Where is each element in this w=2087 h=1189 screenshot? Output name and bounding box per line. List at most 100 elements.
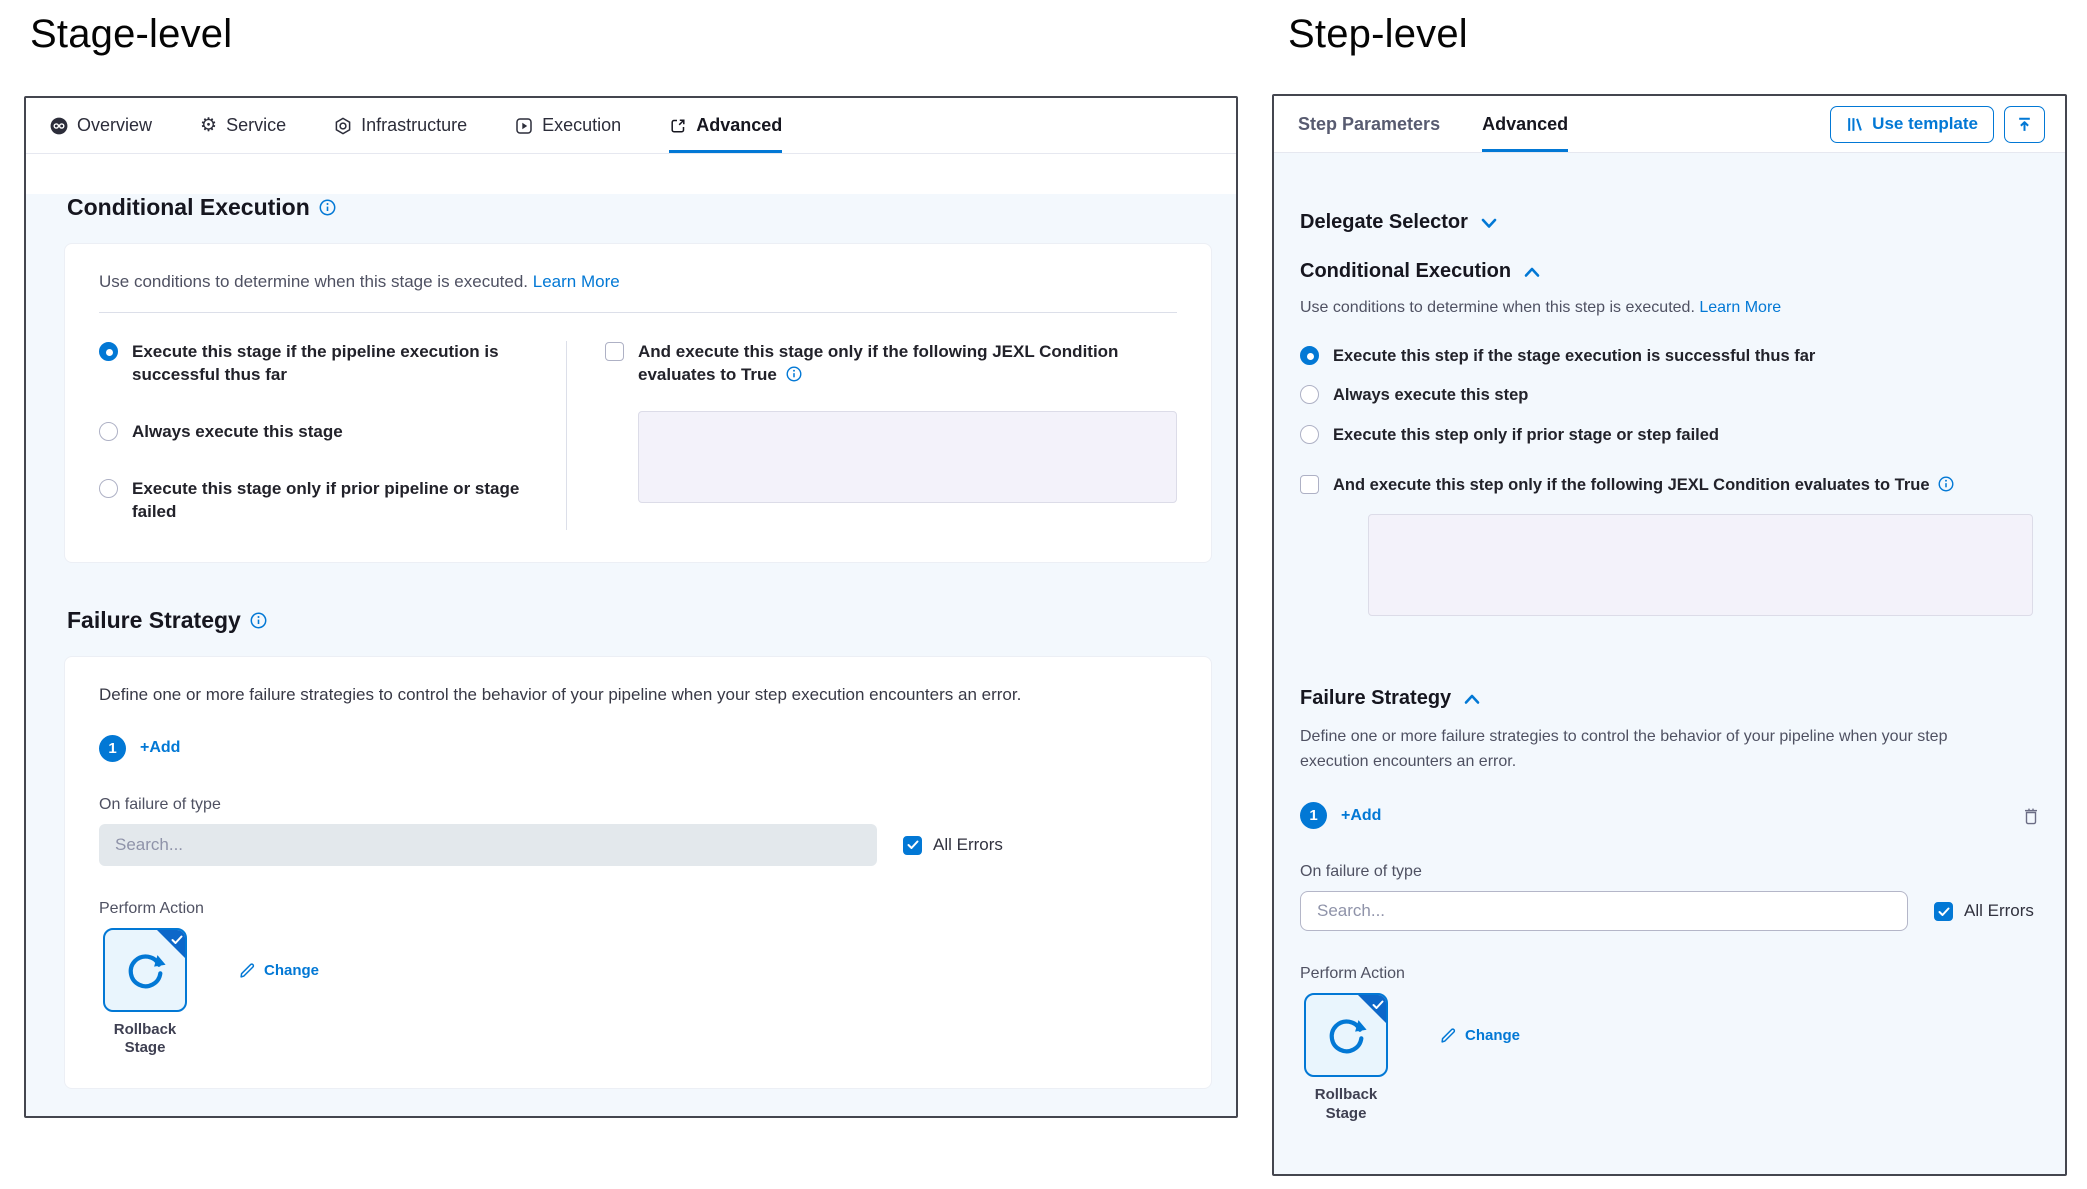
all-errors-checkbox-row[interactable]: All Errors [1934, 901, 2034, 921]
failure-type-row: All Errors [99, 824, 1177, 866]
strategy-count-badge[interactable]: 1 [99, 735, 126, 762]
chevron-up-icon [1524, 265, 1540, 279]
tab-execution[interactable]: Execution [515, 98, 621, 153]
radio-group-step: Execute this step if the stage execution… [1300, 345, 2039, 446]
delete-strategy-button[interactable] [2023, 807, 2039, 825]
conditional-execution-description-text: Use conditions to determine when this st… [99, 272, 528, 291]
radio-unselected-icon [1300, 385, 1319, 404]
header-actions: Use template [1830, 96, 2045, 152]
radio-option-failed[interactable]: Execute this stage only if prior pipelin… [99, 478, 530, 524]
strategy-badge-row: 1 +Add [1300, 802, 2039, 829]
change-action-link[interactable]: Change [239, 962, 319, 979]
jexl-checkbox-row[interactable]: And execute this step only if the follow… [1300, 474, 2039, 496]
save-as-template-button[interactable] [2004, 106, 2045, 143]
jexl-checkbox-label: And execute this stage only if the follo… [638, 341, 1126, 387]
info-icon[interactable] [1938, 476, 1954, 492]
rollback-stage-action-card[interactable] [103, 928, 187, 1012]
radio-option-label: Execute this stage only if prior pipelin… [132, 478, 524, 524]
change-label: Change [1465, 1027, 1520, 1044]
tab-overview[interactable]: Overview [50, 98, 152, 153]
radio-option-always[interactable]: Always execute this stage [99, 421, 530, 444]
strategy-badge-row: 1 +Add [99, 735, 1177, 762]
divider [99, 312, 1177, 313]
selected-action: Rollback Stage [99, 928, 191, 1059]
conditional-execution-title: Conditional Execution [67, 194, 310, 221]
info-icon[interactable] [319, 199, 336, 216]
delegate-selector-title: Delegate Selector [1300, 211, 1468, 234]
tab-advanced-step-label: Advanced [1482, 114, 1568, 135]
chevron-down-icon [1481, 216, 1497, 230]
learn-more-link[interactable]: Learn More [533, 272, 620, 291]
checkbox-checked-icon [903, 836, 922, 855]
on-failure-label: On failure of type [1300, 863, 2039, 881]
radio-option-label: Execute this step only if prior stage or… [1333, 424, 1719, 446]
radio-option-label: Always execute this stage [132, 421, 343, 444]
check-icon [171, 932, 183, 950]
radio-option-failed[interactable]: Execute this step only if prior stage or… [1300, 424, 2039, 446]
add-strategy-button[interactable]: +Add [140, 739, 180, 757]
jexl-condition-input[interactable] [638, 411, 1177, 503]
jexl-column-stage: And execute this stage only if the follo… [567, 341, 1177, 530]
jexl-checkbox-label: And execute this step only if the follow… [1333, 474, 1954, 496]
infrastructure-icon [334, 117, 352, 135]
add-strategy-button[interactable]: +Add [1341, 807, 1381, 825]
checkbox-unchecked-icon [605, 342, 624, 361]
use-template-button[interactable]: Use template [1830, 106, 1994, 143]
failure-type-search-input[interactable] [1300, 891, 1908, 931]
radio-option-label: Execute this step if the stage execution… [1333, 345, 1815, 367]
conditional-execution-title-row: Conditional Execution [67, 194, 1236, 221]
step-level-heading: Step-level [1288, 12, 1468, 57]
conditional-execution-description: Use conditions to determine when this st… [99, 272, 1177, 292]
stage-advanced-content: Conditional Execution Use conditions to … [26, 194, 1236, 1118]
conditional-execution-toggle[interactable]: Conditional Execution [1300, 260, 2039, 283]
stage-level-heading: Stage-level [30, 12, 232, 57]
tab-infrastructure-label: Infrastructure [361, 115, 467, 136]
advanced-icon [669, 117, 687, 135]
step-advanced-panel: Step Parameters Advanced Use template [1272, 94, 2067, 1176]
perform-action-label: Perform Action [99, 900, 1177, 918]
radio-option-success[interactable]: Execute this stage if the pipeline execu… [99, 341, 530, 387]
tab-execution-label: Execution [542, 115, 621, 136]
failure-strategy-description: Define one or more failure strategies to… [1300, 724, 2000, 774]
failure-strategy-title: Failure Strategy [1300, 687, 1451, 710]
tab-advanced[interactable]: Advanced [669, 98, 782, 153]
strategy-count-badge[interactable]: 1 [1300, 802, 1327, 829]
stage-advanced-panel: Overview ⚙ Service Infrastructure Execut… [24, 96, 1238, 1118]
jexl-checkbox-row[interactable]: And execute this stage only if the follo… [605, 341, 1177, 387]
tab-service[interactable]: ⚙ Service [200, 98, 286, 153]
failure-type-search-input[interactable] [99, 824, 877, 866]
rollback-stage-action-card[interactable] [1304, 993, 1388, 1077]
radio-option-always[interactable]: Always execute this step [1300, 384, 2039, 406]
tab-advanced-step[interactable]: Advanced [1482, 96, 1568, 152]
radio-unselected-icon [99, 479, 118, 498]
radio-option-success[interactable]: Execute this step if the stage execution… [1300, 345, 2039, 367]
change-action-link[interactable]: Change [1440, 1027, 1520, 1044]
tab-step-parameters[interactable]: Step Parameters [1298, 96, 1440, 152]
tab-infrastructure[interactable]: Infrastructure [334, 98, 467, 153]
learn-more-link[interactable]: Learn More [1699, 299, 1781, 316]
all-errors-label: All Errors [933, 835, 1003, 855]
jexl-condition-input[interactable] [1368, 514, 2033, 616]
failure-strategy-toggle[interactable]: Failure Strategy [1300, 687, 2039, 710]
action-name-caption: Rollback Stage [1300, 1086, 1392, 1124]
perform-action-row: Rollback Stage Change [99, 928, 1177, 1059]
tab-step-parameters-label: Step Parameters [1298, 114, 1440, 135]
info-icon[interactable] [250, 612, 267, 629]
step-tabbar: Step Parameters Advanced Use template [1274, 96, 2065, 153]
tab-overview-label: Overview [77, 115, 152, 136]
all-errors-checkbox-row[interactable]: All Errors [903, 835, 1003, 855]
radio-selected-icon [1300, 346, 1319, 365]
conditional-execution-columns: Execute this stage if the pipeline execu… [99, 341, 1177, 530]
info-icon[interactable] [786, 366, 802, 382]
conditional-execution-title: Conditional Execution [1300, 260, 1511, 283]
delegate-selector-toggle[interactable]: Delegate Selector [1300, 153, 2039, 234]
failure-strategy-title: Failure Strategy [67, 607, 241, 634]
overview-icon [50, 117, 68, 135]
radio-group-stage: Execute this stage if the pipeline execu… [99, 341, 567, 530]
failure-strategy-description: Define one or more failure strategies to… [99, 685, 1177, 705]
radio-option-label: Execute this stage if the pipeline execu… [132, 341, 524, 387]
check-icon [1372, 997, 1384, 1015]
jexl-checkbox-label-text: And execute this stage only if the follo… [638, 342, 1118, 384]
pencil-icon [239, 962, 256, 979]
failure-strategy-card: Define one or more failure strategies to… [64, 656, 1212, 1090]
